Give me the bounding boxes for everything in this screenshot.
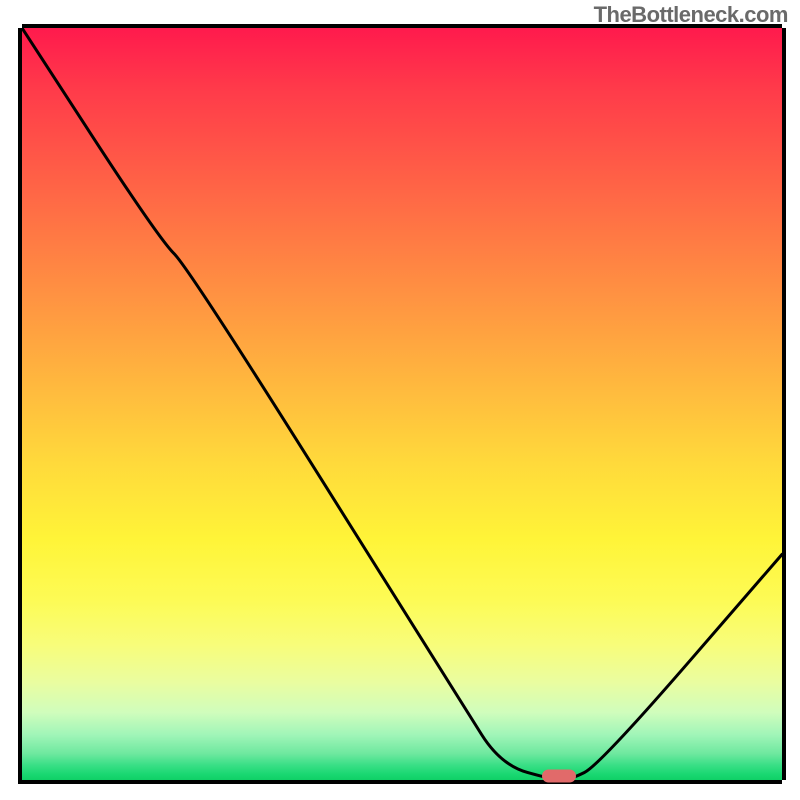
watermark-text: TheBottleneck.com <box>594 2 788 28</box>
bottleneck-curve <box>22 28 782 780</box>
optimal-marker <box>542 770 576 783</box>
chart-frame <box>18 28 782 784</box>
